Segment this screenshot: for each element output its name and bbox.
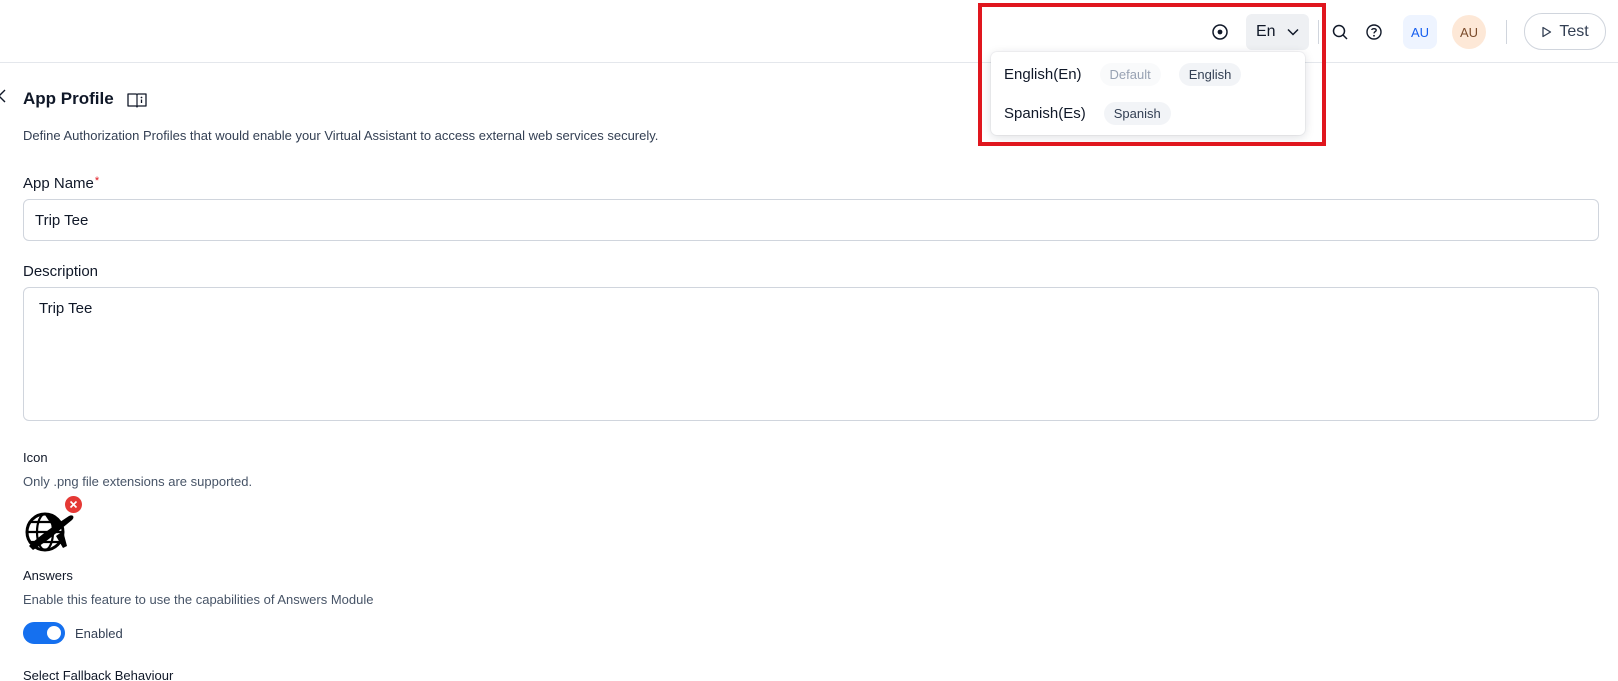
language-option-spanish[interactable]: Spanish(Es) Spanish xyxy=(991,94,1305,132)
language-badge: English xyxy=(1178,62,1242,86)
toggle-knob xyxy=(47,626,61,640)
language-select[interactable]: En xyxy=(1246,14,1309,50)
language-option-label: English(En) xyxy=(1004,65,1082,83)
required-mark: * xyxy=(94,175,100,187)
test-button-label: Test xyxy=(1559,22,1589,40)
test-button[interactable]: Test xyxy=(1524,13,1606,50)
page-description: Define Authorization Profiles that would… xyxy=(23,128,659,143)
divider xyxy=(1506,20,1507,44)
language-option-english[interactable]: English(En) Default English xyxy=(991,55,1305,93)
default-badge: Default xyxy=(1099,62,1161,86)
app-name-input[interactable] xyxy=(23,199,1599,241)
app-name-label-text: App Name xyxy=(23,175,94,192)
page-title: App Profile xyxy=(23,89,114,108)
language-option-label: Spanish(Es) xyxy=(1004,104,1086,122)
search-icon-graphic xyxy=(1332,24,1348,40)
description-textarea[interactable]: Trip Tee xyxy=(23,287,1599,421)
language-dropdown: English(En) Default English Spanish(Es) … xyxy=(991,52,1305,135)
play-icon xyxy=(1542,26,1552,37)
remove-icon-button[interactable] xyxy=(65,496,82,513)
search-icon[interactable] xyxy=(1325,17,1355,47)
close-icon xyxy=(69,500,78,509)
target-icon[interactable] xyxy=(1205,17,1235,47)
user-avatar[interactable]: AU xyxy=(1452,15,1486,49)
avatar[interactable]: AU xyxy=(1403,15,1437,49)
top-bar: En AU AU Test xyxy=(0,0,1618,63)
icon-label: Icon xyxy=(23,450,48,465)
help-icon-graphic xyxy=(1366,24,1382,40)
icon-hint: Only .png file extensions are supported. xyxy=(23,474,253,489)
back-chevron-icon[interactable] xyxy=(0,88,8,104)
app-name-label: App Name* xyxy=(23,175,99,192)
book-info-icon[interactable] xyxy=(126,91,148,109)
divider xyxy=(1318,20,1319,44)
description-label: Description xyxy=(23,263,99,280)
fallback-label: Select Fallback Behaviour xyxy=(23,668,174,681)
language-select-value: En xyxy=(1256,23,1276,40)
answers-hint: Enable this feature to use the capabilit… xyxy=(23,592,374,607)
help-icon[interactable] xyxy=(1359,17,1389,47)
answers-toggle[interactable] xyxy=(23,622,65,644)
answers-label: Answers xyxy=(23,568,73,583)
answers-toggle-label: Enabled xyxy=(75,626,123,641)
target-icon-graphic xyxy=(1212,24,1228,40)
language-badge: Spanish xyxy=(1103,101,1171,125)
chevron-down-icon xyxy=(1287,28,1299,36)
